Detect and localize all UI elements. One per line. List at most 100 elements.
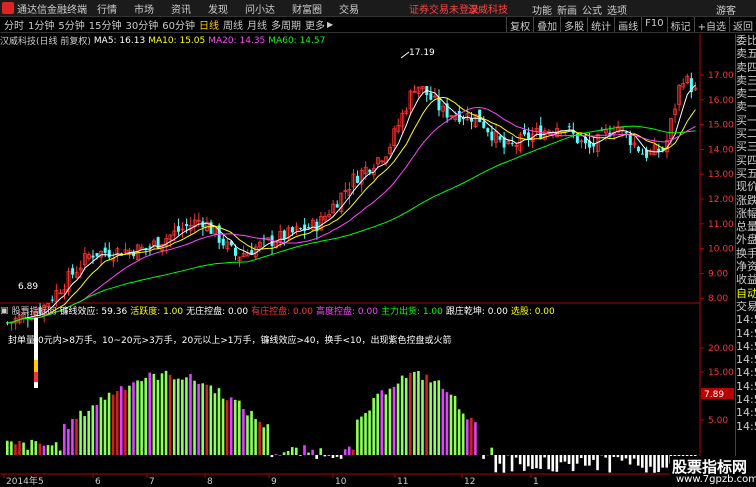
indicator-bar <box>445 392 449 455</box>
menu-news[interactable]: 资讯 <box>171 1 191 16</box>
indicator-bar <box>449 394 453 455</box>
statistics-button[interactable]: 统计 <box>587 17 614 33</box>
candle-body <box>127 249 132 255</box>
indicator-bar <box>254 419 257 455</box>
indicator-bar <box>518 455 522 465</box>
menu-discover[interactable]: 发现 <box>208 1 228 16</box>
candle-body <box>546 130 551 134</box>
period-5min[interactable]: 5分钟 <box>58 17 84 32</box>
menu-wealth-circle[interactable]: 财富圈 <box>292 1 322 16</box>
indicator-bar <box>229 397 233 455</box>
ma60-line <box>7 125 696 324</box>
menu-guest[interactable]: 游客 <box>716 2 736 17</box>
indicator-item-8: 选股: 0.00 <box>510 307 555 317</box>
menu-ask-xiaoda[interactable]: 问小达 <box>245 1 275 16</box>
indicator-item-1: 镰线效应: 59.36 <box>59 307 128 317</box>
f10-button[interactable]: F10 <box>641 17 666 32</box>
indicator-bar <box>136 380 139 455</box>
indicator-settings-icon[interactable]: ▣ <box>0 306 9 316</box>
indicator-bar <box>364 412 367 455</box>
add-watchlist-button[interactable]: +自选 <box>693 17 729 33</box>
period-60min[interactable]: 60分钟 <box>162 17 195 32</box>
indicator-bar <box>238 400 241 455</box>
date-axis-label: 1 <box>533 477 539 487</box>
overlay-button[interactable]: 叠加 <box>533 17 560 33</box>
indicator-bar <box>172 379 176 455</box>
indicator-bar <box>311 449 314 455</box>
indicator-bar <box>551 455 555 472</box>
draw-line-button[interactable]: 画线 <box>614 17 641 33</box>
menu-new-draw[interactable]: 新画 <box>557 2 577 17</box>
period-intraday[interactable]: 分时 <box>4 17 24 32</box>
period-30min[interactable]: 30分钟 <box>125 17 158 32</box>
candle-body <box>530 133 535 142</box>
candle-body <box>388 146 393 155</box>
candle-body <box>473 114 478 127</box>
indicator-bar <box>315 455 318 459</box>
candle-body <box>303 224 307 231</box>
candle-body <box>665 140 669 153</box>
candle-body <box>266 237 270 240</box>
period-weekly[interactable]: 周线 <box>223 17 243 32</box>
period-multi[interactable]: 多周期 <box>271 17 301 32</box>
quote-field: 买四 <box>736 153 756 167</box>
indicator-bar <box>408 373 412 455</box>
indicator-bar <box>30 439 34 455</box>
menu-market-quotes[interactable]: 行情 <box>97 1 117 16</box>
indicator-bar <box>372 398 375 455</box>
app-title: 通达信金融终端 <box>17 4 87 16</box>
candle-body <box>111 258 116 262</box>
period-daily[interactable]: 日线 <box>199 17 219 32</box>
back-button[interactable]: 返回 <box>729 17 756 33</box>
ma-info-bar: 汉威科技(日线 前复权) MA5: 16.13 MA10: 15.05 MA20… <box>0 34 328 48</box>
menu-trade[interactable]: 交易 <box>339 1 359 16</box>
period-15min[interactable]: 15分钟 <box>89 17 122 32</box>
quote-field: 卖四 <box>736 60 756 74</box>
price-axis-label: 16.00 <box>708 96 734 106</box>
mark-button[interactable]: 标记 <box>666 17 694 33</box>
more-arrow-icon[interactable]: ▶ <box>327 20 333 29</box>
ma10-value: MA10: 15.05 <box>148 35 206 46</box>
indicator-bar <box>270 455 274 458</box>
indicator-title[interactable]: 股票指标网 <box>12 304 57 317</box>
kline-chart[interactable]: 17.0016.0015.0014.0013.0012.0011.0010.00… <box>0 0 756 487</box>
menu-function[interactable]: 功能 <box>532 2 552 17</box>
candle-body <box>327 214 331 217</box>
indicator-bar <box>71 418 74 455</box>
period-1min[interactable]: 1分钟 <box>28 17 54 32</box>
indicator-bar <box>649 455 652 467</box>
menu-options[interactable]: 选项 <box>607 2 627 17</box>
candle-body <box>237 256 242 261</box>
indicator-bar <box>563 455 567 462</box>
menu-market[interactable]: 市场 <box>134 1 154 16</box>
indicator-item-7: 跟庄乾坤: 0.00 <box>445 307 508 317</box>
candle-body <box>657 148 661 153</box>
period-more[interactable]: 更多 <box>305 17 325 32</box>
date-axis-label: 10 <box>335 477 347 487</box>
candle-body <box>441 105 445 112</box>
chart-title: 汉威科技(日线 前复权) <box>0 37 91 47</box>
candle-body <box>616 126 620 133</box>
period-monthly[interactable]: 月线 <box>247 17 267 32</box>
multi-stock-button[interactable]: 多股 <box>560 17 587 33</box>
indicator-bar <box>376 393 380 455</box>
candle-body <box>567 126 571 128</box>
adjust-button[interactable]: 复权 <box>506 17 533 33</box>
low-price-mark: 6.89 <box>18 282 38 292</box>
indicator-bar <box>103 399 107 455</box>
quote-field: 自动 <box>736 286 756 300</box>
menu-formula[interactable]: 公式 <box>582 2 602 17</box>
candle-body <box>465 113 470 121</box>
candle-body <box>693 87 698 91</box>
indicator-bar <box>148 372 152 455</box>
price-axis-label: 17.00 <box>708 71 734 81</box>
indicator-item-2: 活跃度: 1.00 <box>130 307 184 317</box>
high-mark-pointer <box>400 51 410 59</box>
candle-body <box>356 175 360 183</box>
candle-body <box>527 132 531 140</box>
indicator-bar <box>539 455 542 469</box>
indicator-bar <box>352 449 355 455</box>
candle-body <box>278 231 283 242</box>
candle-body <box>437 97 441 111</box>
candle-body <box>429 93 433 100</box>
